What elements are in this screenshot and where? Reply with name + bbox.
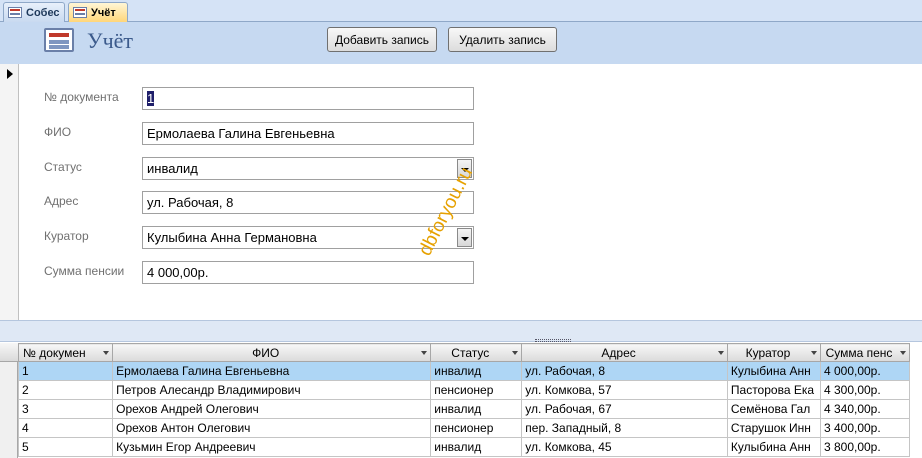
column-header-address[interactable]: Адрес <box>521 343 728 362</box>
fio-field[interactable]: Ермолаева Галина Евгеньевна <box>142 122 474 145</box>
cell[interactable]: 4 000,00р. <box>819 361 911 381</box>
cell[interactable]: 5 <box>17 437 114 457</box>
cell[interactable]: пер. Западный, 8 <box>521 418 728 438</box>
column-header-status[interactable]: Статус <box>430 343 523 362</box>
form-icon <box>8 7 22 18</box>
splitter-grip-icon[interactable] <box>535 339 571 342</box>
cell[interactable]: 4 300,00р. <box>819 380 911 400</box>
watermark: dbforyou.ru <box>415 164 477 259</box>
form-splitter[interactable] <box>0 320 922 342</box>
table-row[interactable]: 5 Кузьмин Егор Андреевич инвалид ул. Ком… <box>17 437 911 457</box>
record-selector[interactable] <box>0 64 19 320</box>
cell[interactable]: ул. Рабочая, 8 <box>521 361 728 381</box>
form-header: Учёт Добавить запись Удалить запись <box>0 22 922 64</box>
column-header-doc-number[interactable]: № докумен <box>17 343 114 362</box>
tab-sobes[interactable]: Собес <box>3 2 65 22</box>
doc-number-value: 1 <box>147 91 155 106</box>
cell[interactable]: Старушок Инн <box>726 418 821 438</box>
cell[interactable]: 4 340,00р. <box>819 399 911 419</box>
curator-value: Кулыбина Анна Германовна <box>147 230 317 245</box>
cell[interactable]: ул. Комкова, 45 <box>521 437 728 457</box>
cell[interactable]: 1 <box>17 361 114 381</box>
document-tab-bar: Собес Учёт <box>0 0 922 22</box>
cell[interactable]: пенсионер <box>430 380 523 400</box>
status-label: Статус <box>44 160 82 174</box>
table-row[interactable]: 2 Петров Алесандр Владимирович пенсионер… <box>17 380 911 400</box>
cell[interactable]: пенсионер <box>430 418 523 438</box>
tab-label: Учёт <box>91 6 116 19</box>
cell[interactable]: 4 <box>17 418 114 438</box>
cell[interactable]: Кузьмин Егор Андреевич <box>112 437 432 457</box>
cell[interactable]: инвалид <box>430 437 523 457</box>
sort-arrow-icon[interactable] <box>512 351 519 355</box>
tab-label: Собес <box>26 6 60 19</box>
cell[interactable]: ул. Рабочая, 67 <box>521 399 728 419</box>
pension-label: Сумма пенсии <box>44 264 125 278</box>
sort-arrow-icon[interactable] <box>900 351 906 355</box>
form-logo-icon <box>44 28 74 52</box>
cell[interactable]: Ермолаева Галина Евгеньевна <box>112 361 432 381</box>
cell[interactable]: Петров Алесандр Владимирович <box>112 380 432 400</box>
table-row[interactable]: 3 Орехов Андрей Олегович инвалид ул. Раб… <box>17 399 911 419</box>
cell[interactable]: инвалид <box>430 361 523 381</box>
sort-arrow-icon[interactable] <box>810 351 817 355</box>
curator-label: Куратор <box>44 229 89 243</box>
cell[interactable]: Семёнова Гал <box>726 399 821 419</box>
column-header-pension[interactable]: Сумма пенс <box>819 343 911 362</box>
datasheet-view: № докумен ФИО Статус Адрес Куратор Сумма… <box>0 343 922 458</box>
table-row[interactable]: 4 Орехов Антон Олегович пенсионер пер. З… <box>17 418 911 438</box>
status-value: инвалид <box>147 161 198 176</box>
tab-uchet[interactable]: Учёт <box>68 2 128 22</box>
cell[interactable]: Орехов Андрей Олегович <box>112 399 432 419</box>
cell[interactable]: ул. Комкова, 57 <box>521 380 728 400</box>
add-record-button[interactable]: Добавить запись <box>327 27 437 52</box>
doc-number-label: № документа <box>44 90 119 104</box>
cell[interactable]: 2 <box>17 380 114 400</box>
fio-label: ФИО <box>44 125 72 139</box>
cell[interactable]: 3 400,00р. <box>819 418 911 438</box>
cell[interactable]: Орехов Антон Олегович <box>112 418 432 438</box>
datasheet-table: № докумен ФИО Статус Адрес Куратор Сумма… <box>17 343 911 457</box>
sort-arrow-icon[interactable] <box>421 351 428 355</box>
cell[interactable]: Пасторова Ека <box>726 380 821 400</box>
column-header-curator[interactable]: Куратор <box>726 343 821 362</box>
form-title: Учёт <box>87 28 134 53</box>
cell[interactable]: инвалид <box>430 399 523 419</box>
address-label: Адрес <box>44 194 79 208</box>
cell[interactable]: 3 <box>17 399 114 419</box>
table-row[interactable]: 1 Ермолаева Галина Евгеньевна инвалид ул… <box>17 361 911 381</box>
column-header-fio[interactable]: ФИО <box>112 343 432 362</box>
doc-number-field[interactable]: 1 <box>142 87 474 110</box>
watermark-text: dbforyou.ru <box>415 164 477 259</box>
cell[interactable]: Кулыбина Анн <box>726 437 821 457</box>
sort-arrow-icon[interactable] <box>717 351 724 355</box>
sort-arrow-icon[interactable] <box>103 351 110 355</box>
select-all-corner[interactable] <box>0 343 18 362</box>
delete-record-button[interactable]: Удалить запись <box>448 27 557 52</box>
current-record-arrow-icon <box>7 69 13 79</box>
form-icon <box>73 7 87 18</box>
cell[interactable]: 3 800,00р. <box>819 437 911 457</box>
cell[interactable]: Кулыбина Анн <box>726 361 821 381</box>
header-row: № докумен ФИО Статус Адрес Куратор Сумма… <box>17 343 911 362</box>
